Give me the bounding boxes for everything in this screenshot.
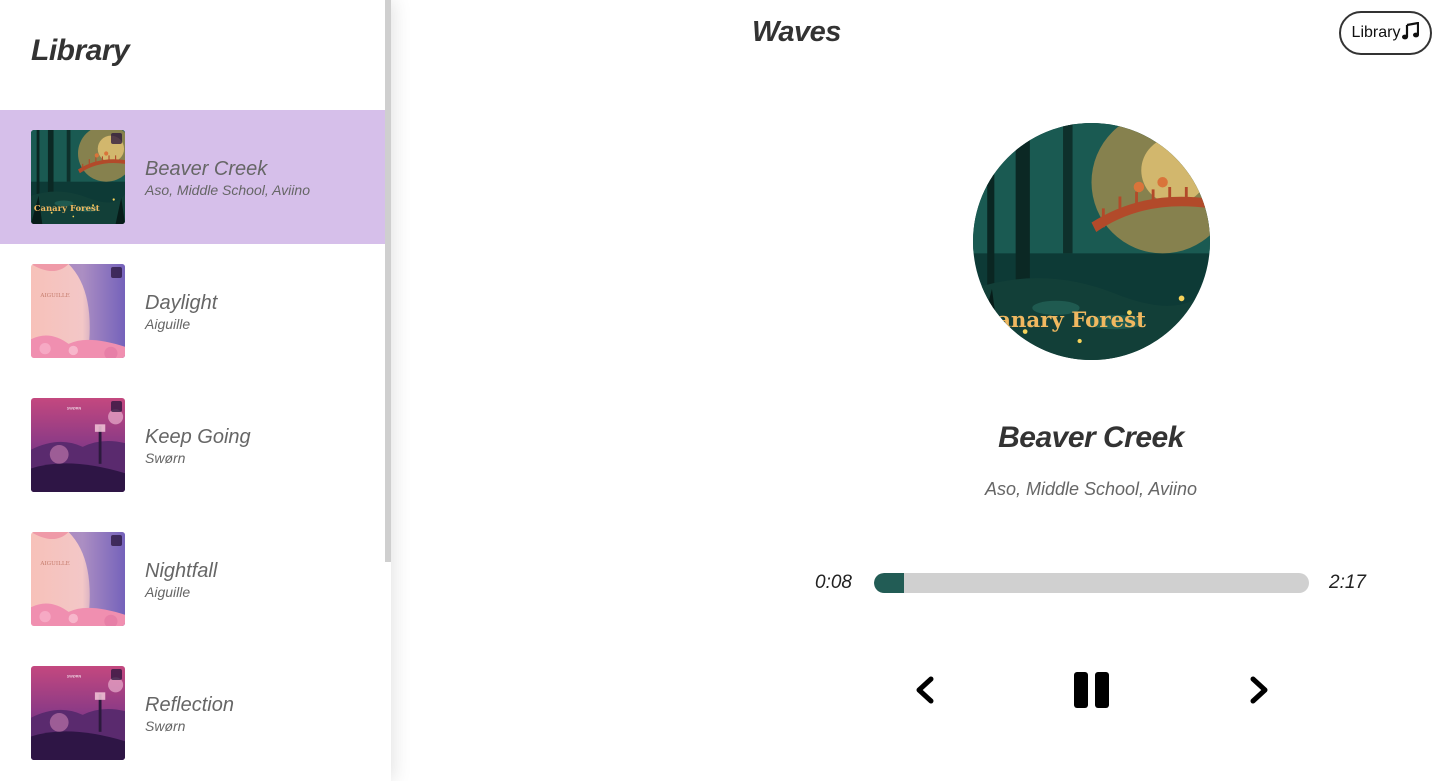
song-item-daylight[interactable]: Daylight Aiguille: [0, 244, 385, 378]
progress-fill: [874, 573, 905, 593]
pause-button[interactable]: [1073, 672, 1110, 708]
track-title: Beaver Creek: [998, 421, 1184, 454]
library-toggle-button[interactable]: Library: [1339, 11, 1432, 55]
album-cover: [31, 666, 125, 760]
library-sidebar: Library Beaver Creek Aso, Middle School,…: [0, 0, 391, 781]
music-note-icon: [1402, 21, 1420, 45]
chevron-right-icon: [1250, 676, 1268, 704]
chevron-left-icon: [916, 676, 934, 704]
album-cover: [31, 532, 125, 626]
song-artist: Aiguille: [145, 584, 191, 600]
song-name: Reflection: [145, 694, 234, 716]
track-artist: Aso, Middle School, Aviino: [984, 479, 1198, 499]
song-name: Daylight: [145, 292, 218, 314]
album-cover: [31, 264, 125, 358]
song-list: Beaver Creek Aso, Middle School, Aviino …: [0, 110, 385, 780]
library-title: Library: [31, 34, 130, 67]
sidebar-scrollbar[interactable]: [385, 0, 391, 562]
song-item-nightfall[interactable]: Nightfall Aiguille: [0, 512, 385, 646]
cover-badge-icon: [111, 267, 122, 278]
album-cover: [31, 130, 125, 224]
previous-button[interactable]: [910, 674, 940, 706]
song-name: Beaver Creek: [145, 158, 268, 180]
pause-icon: [1074, 672, 1109, 708]
next-button[interactable]: [1244, 674, 1274, 706]
app-title: Waves: [752, 16, 841, 48]
progress-slider[interactable]: [874, 573, 1309, 593]
library-button-label: Library: [1351, 24, 1401, 41]
song-name: Nightfall: [145, 560, 218, 582]
album-art-disc: [973, 123, 1210, 360]
song-artist: Aso, Middle School, Aviino: [145, 182, 310, 198]
duration-time: 2:17: [1329, 572, 1366, 593]
album-cover: [31, 398, 125, 492]
song-item-keep-going[interactable]: Keep Going Swørn: [0, 378, 385, 512]
song-artist: Swørn: [145, 450, 186, 466]
song-item-beaver-creek[interactable]: Beaver Creek Aso, Middle School, Aviino: [0, 110, 385, 244]
song-name: Keep Going: [145, 426, 251, 448]
cover-badge-icon: [111, 669, 122, 680]
song-item-reflection[interactable]: Reflection Swørn: [0, 646, 385, 780]
song-artist: Swørn: [145, 718, 186, 734]
cover-badge-icon: [111, 401, 122, 412]
song-artist: Aiguille: [145, 316, 191, 332]
current-time: 0:08: [815, 572, 852, 593]
cover-badge-icon: [111, 133, 122, 144]
cover-badge-icon: [111, 535, 122, 546]
